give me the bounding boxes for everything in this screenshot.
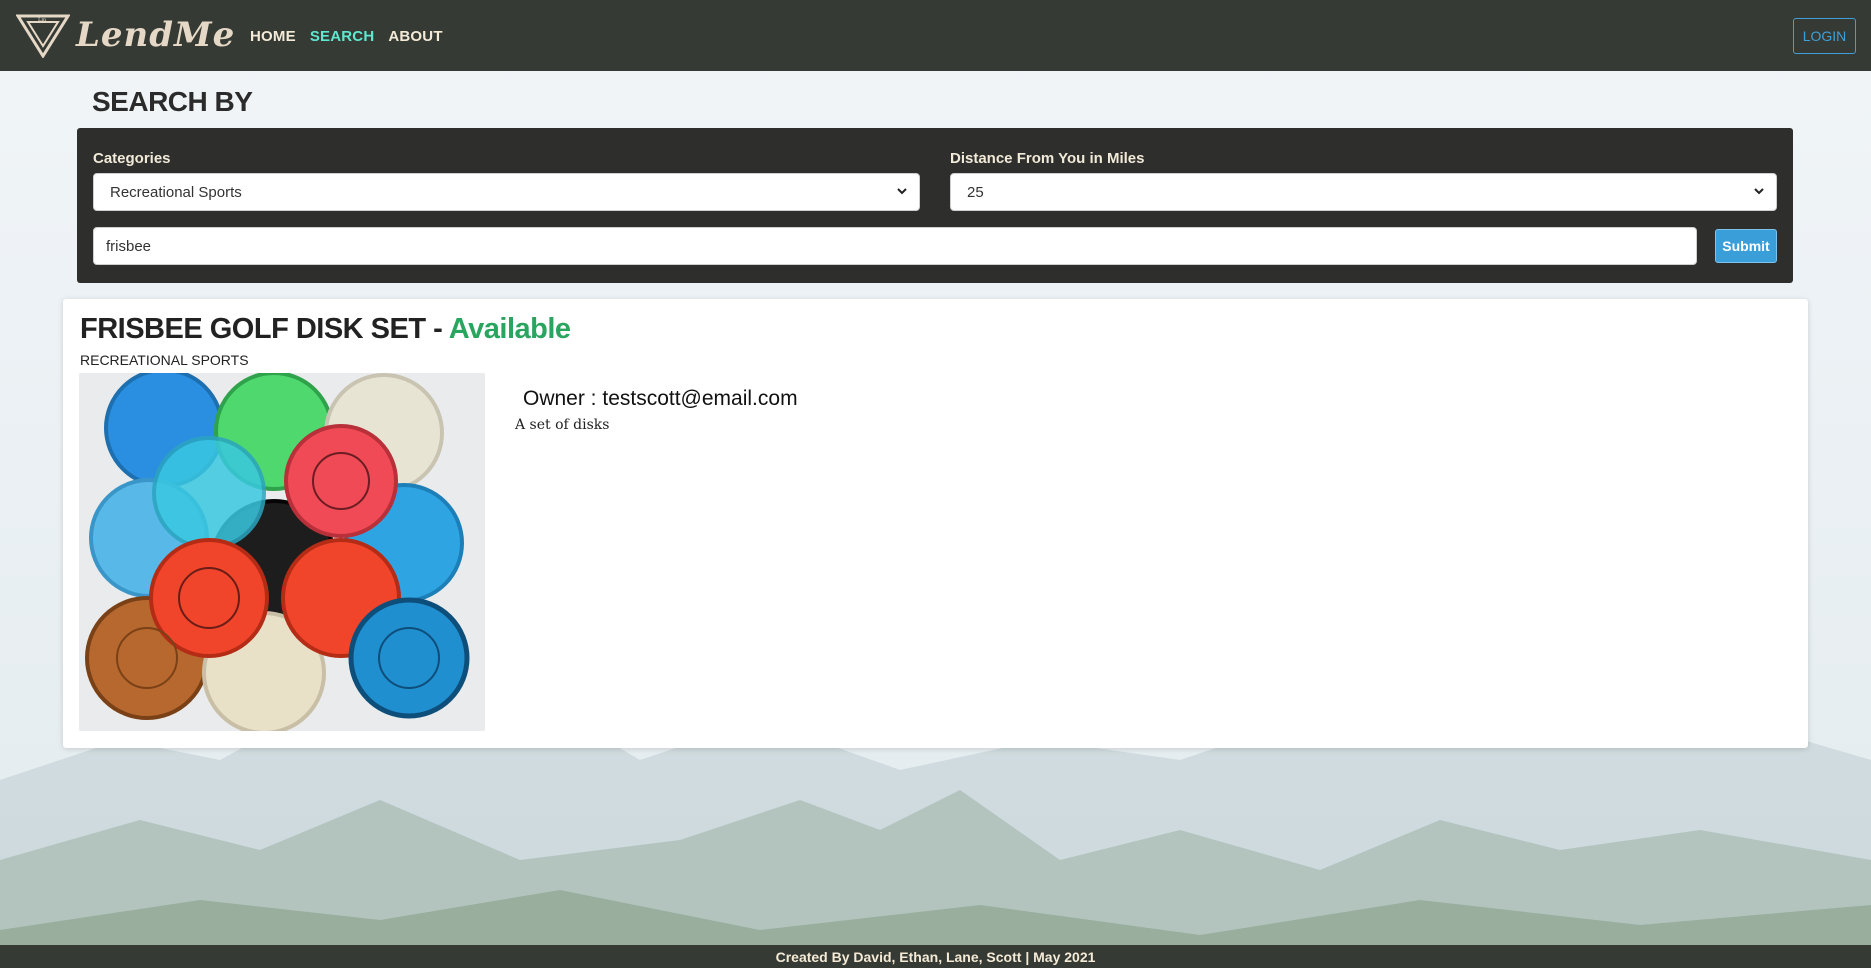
search-input-value: frisbee <box>106 237 152 255</box>
owner-email: testscott@email.com <box>602 387 798 410</box>
item-name: FRISBEE GOLF DISK SET <box>80 313 426 345</box>
owner-label: Owner : <box>523 387 603 410</box>
submit-button[interactable]: Submit <box>1715 229 1777 263</box>
result-card[interactable]: FRISBEE GOLF DISK SET - Available RECREA… <box>63 299 1808 748</box>
nav-links: HOME SEARCH ABOUT <box>250 28 443 45</box>
distance-select-value: 25 <box>967 183 984 201</box>
nav-about[interactable]: ABOUT <box>388 28 442 45</box>
result-title: FRISBEE GOLF DISK SET - Available <box>80 313 571 346</box>
nav-home[interactable]: HOME <box>250 28 296 45</box>
search-heading: SEARCH BY <box>92 86 253 117</box>
item-category: RECREATIONAL SPORTS <box>80 352 249 368</box>
top-navbar: Lm LendMe HOME SEARCH ABOUT LOGIN <box>0 0 1871 71</box>
login-button[interactable]: LOGIN <box>1793 18 1856 54</box>
svg-text:Lm: Lm <box>38 17 46 23</box>
distance-select[interactable]: 25 <box>950 173 1777 211</box>
item-photo[interactable] <box>79 373 485 731</box>
disc-set-image <box>79 373 485 731</box>
owner-line: Owner : testscott@email.com <box>523 387 798 411</box>
categories-select[interactable]: Recreational Sports <box>93 173 920 211</box>
categories-label: Categories <box>93 150 171 167</box>
footer-credits: Created By David, Ethan, Lane, Scott | M… <box>775 948 1096 965</box>
brand-name: LendMe <box>76 15 236 55</box>
title-separator: - <box>425 313 449 345</box>
search-panel: Categories Recreational Sports Distance … <box>77 128 1793 283</box>
item-description: A set of disks <box>515 417 610 433</box>
categories-select-value: Recreational Sports <box>110 183 242 201</box>
footer: Created By David, Ethan, Lane, Scott | M… <box>0 945 1871 968</box>
chevron-down-icon <box>897 188 907 195</box>
triangle-logo-icon: Lm <box>16 14 70 58</box>
brand[interactable]: Lm LendMe <box>16 12 235 58</box>
availability-status: Available <box>448 313 571 345</box>
distance-label: Distance From You in Miles <box>950 150 1145 167</box>
nav-search[interactable]: SEARCH <box>310 28 375 45</box>
chevron-down-icon <box>1754 188 1764 195</box>
search-input[interactable]: frisbee <box>93 227 1697 265</box>
